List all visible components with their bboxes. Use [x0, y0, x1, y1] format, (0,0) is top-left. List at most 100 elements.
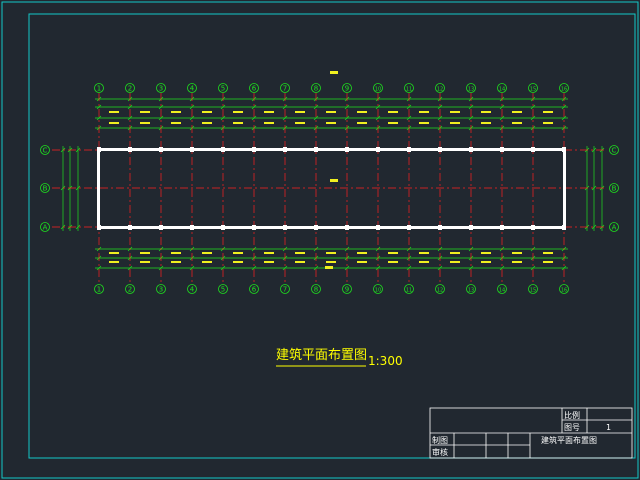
dimension-text-mark	[481, 122, 491, 124]
axis-bubble-label: 12	[437, 87, 443, 93]
cad-drawing: 1122334455667788991010111112121313141415…	[1, 1, 639, 479]
note-mark	[330, 71, 338, 74]
dimension-text-mark	[388, 111, 398, 113]
dimension-text-mark	[326, 252, 336, 254]
drawing-frame	[28, 13, 636, 459]
dimension-text-mark	[543, 261, 553, 263]
dimension-text-mark	[543, 122, 553, 124]
column	[469, 147, 473, 152]
column	[345, 225, 349, 230]
column	[562, 147, 566, 152]
dimension-text-mark	[450, 111, 460, 113]
axis-bubble-label: 2	[128, 85, 132, 93]
dimension-text-mark	[512, 111, 522, 113]
dimension-text-mark	[109, 252, 119, 254]
axis-bubble-label: 8	[314, 85, 318, 93]
title-block	[429, 407, 633, 459]
axis-bubble-label: 9	[345, 286, 349, 294]
column	[438, 225, 442, 230]
floor-plan: 1122334455667788991010111112121313141415…	[40, 71, 619, 294]
dimension-text-mark	[357, 111, 367, 113]
dimension-text-mark	[171, 122, 181, 124]
column	[314, 147, 318, 152]
note-mark	[325, 266, 333, 269]
axis-bubble-label: A	[612, 224, 617, 232]
dimension-text-mark	[388, 261, 398, 263]
dimension-text-mark	[512, 252, 522, 254]
dimension-text-mark	[419, 261, 429, 263]
axis-bubble-label: 4	[190, 286, 195, 294]
dimension-text-mark	[543, 252, 553, 254]
dimension-text-mark	[202, 261, 212, 263]
column	[407, 147, 411, 152]
wall-north	[98, 148, 565, 151]
axis-bubble-label: C	[612, 147, 617, 155]
drawing-name: 建筑平面布置图	[541, 435, 597, 445]
dimension-text-mark	[140, 111, 150, 113]
dimension-text-mark	[326, 111, 336, 113]
column	[97, 147, 101, 152]
column	[469, 225, 473, 230]
axis-bubble-label: 15	[530, 288, 536, 294]
column	[314, 225, 318, 230]
dimension-text-mark	[171, 261, 181, 263]
sheet-no-value: 1	[606, 423, 611, 432]
column	[159, 147, 163, 152]
column	[531, 147, 535, 152]
axis-bubble-label: 6	[252, 85, 257, 93]
dimension-text-mark	[481, 111, 491, 113]
column	[128, 225, 132, 230]
column	[562, 225, 566, 230]
column	[345, 147, 349, 152]
axis-bubble-label: 14	[499, 288, 505, 294]
axis-bubble-label: B	[43, 185, 48, 193]
wall-south	[98, 226, 565, 229]
dimension-text-mark	[295, 122, 305, 124]
label-checked: 审核	[432, 447, 448, 457]
axis-bubble-label: 2	[128, 286, 132, 294]
column	[500, 225, 504, 230]
axis-bubble-label: 9	[345, 85, 349, 93]
dimension-text-mark	[264, 252, 274, 254]
axis-bubble-label: 3	[159, 85, 163, 93]
wall-east	[563, 148, 566, 228]
dimension-text-mark	[109, 122, 119, 124]
axis-bubble-label: 16	[561, 87, 567, 93]
dimension-text-mark	[326, 122, 336, 124]
label-scale: 比例	[564, 410, 580, 420]
axis-bubble-label: 12	[437, 288, 443, 294]
dimension-text-mark	[140, 252, 150, 254]
label-sheet-no: 图号	[564, 423, 580, 432]
axis-bubble-label: B	[612, 185, 617, 193]
axis-bubble-label: 1	[97, 286, 101, 294]
dimension-text-mark	[202, 111, 212, 113]
column	[190, 225, 194, 230]
dimension-text-mark	[233, 111, 243, 113]
dimension-text-mark	[264, 122, 274, 124]
axis-bubble-label: 15	[530, 87, 536, 93]
dimension-text-mark	[140, 122, 150, 124]
column	[531, 225, 535, 230]
dimension-text-mark	[233, 261, 243, 263]
axis-bubble-label: 3	[159, 286, 163, 294]
dimension-text-mark	[450, 261, 460, 263]
column	[376, 147, 380, 152]
column	[283, 147, 287, 152]
dimension-text-mark	[295, 252, 305, 254]
axis-bubble-label: 4	[190, 85, 195, 93]
plan-title: 建筑平面布置图	[276, 347, 367, 363]
axis-bubble-label: 10	[375, 87, 381, 93]
dimension-text-mark	[512, 261, 522, 263]
plan-scale: 1:300	[368, 354, 403, 368]
dimension-text-mark	[450, 252, 460, 254]
axis-bubble-label: A	[43, 224, 48, 232]
note-mark	[330, 179, 338, 182]
dimension-text-mark	[512, 122, 522, 124]
axis-bubble-label: 1	[97, 85, 101, 93]
axis-bubble-label: 11	[406, 87, 412, 93]
axis-bubble-label: 5	[221, 85, 225, 93]
dimension-text-mark	[388, 122, 398, 124]
dimension-text-mark	[202, 252, 212, 254]
dimension-text-mark	[419, 122, 429, 124]
dimension-text-mark	[450, 122, 460, 124]
